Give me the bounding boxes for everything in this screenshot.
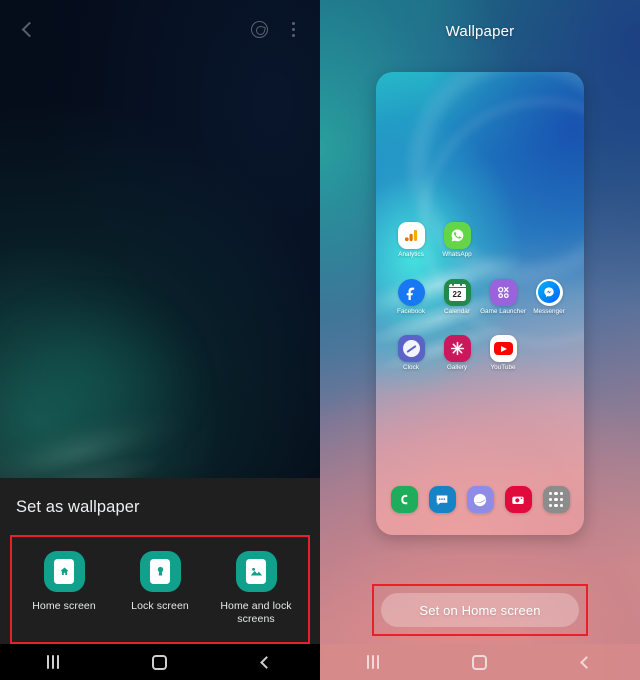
more-options-button[interactable]	[276, 12, 310, 46]
app-label: Messenger	[533, 307, 565, 315]
option-home-screen[interactable]: Home screen	[18, 551, 110, 613]
messages-icon[interactable]	[428, 486, 456, 513]
apps-drawer-icon[interactable]	[542, 486, 570, 513]
app-analytics[interactable]: Analytics	[388, 222, 434, 259]
facebook-icon	[397, 278, 425, 306]
home-button[interactable]	[450, 644, 510, 680]
phone-icon[interactable]	[390, 486, 418, 513]
gallery-icon	[443, 335, 471, 363]
calendar-icon: 22	[443, 278, 471, 306]
back-nav-button[interactable]	[557, 644, 617, 680]
back-button[interactable]	[10, 12, 44, 46]
wallpaper-target-options: Home screen Lock screen Home and lock sc…	[10, 535, 310, 644]
app-game-launcher[interactable]: Game Launcher	[480, 278, 526, 316]
app-label: YouTube	[490, 364, 516, 372]
app-row: Clock Gallery YouTube	[388, 335, 572, 372]
app-whatsapp[interactable]: WhatsApp	[434, 222, 480, 259]
option-label: Lock screen	[131, 600, 189, 612]
option-label: Home and lock screens	[220, 600, 292, 625]
option-label: Home screen	[32, 600, 96, 612]
app-calendar[interactable]: 22 Calendar	[434, 278, 480, 316]
app-label: Gallery	[446, 364, 468, 372]
home-icon	[152, 654, 168, 670]
app-row: Facebook 22 Calendar Game Launcher Messe…	[388, 278, 572, 316]
app-messenger[interactable]: Messenger	[526, 278, 572, 316]
youtube-icon	[489, 335, 517, 363]
home-button[interactable]	[130, 644, 190, 680]
messenger-icon	[535, 278, 563, 306]
app-label: Clock	[403, 364, 419, 372]
more-options-icon	[291, 21, 295, 37]
option-home-and-lock-screens[interactable]: Home and lock screens	[210, 551, 302, 626]
right-navigation-bar	[320, 644, 640, 680]
left-top-bar	[0, 0, 320, 58]
chevron-left-icon	[21, 21, 37, 37]
app-label: Analytics	[398, 251, 424, 258]
option-lock-screen[interactable]: Lock screen	[114, 551, 206, 613]
color-palette-button[interactable]	[242, 12, 276, 46]
back-icon	[260, 655, 274, 669]
left-navigation-bar	[0, 644, 320, 680]
app-youtube[interactable]: YouTube	[480, 335, 526, 372]
internet-icon[interactable]	[466, 486, 494, 513]
home-and-lock-screens-icon	[235, 551, 277, 592]
set-button-highlight: Set on Home screen	[372, 584, 588, 636]
clock-icon	[397, 335, 425, 363]
app-facebook[interactable]: Facebook	[388, 278, 434, 316]
whatsapp-icon	[443, 222, 471, 249]
home-screen-preview[interactable]: Analytics WhatsApp Facebook 22 Calendar …	[376, 72, 584, 535]
recents-button[interactable]	[23, 644, 83, 680]
preview-app-grid: Analytics WhatsApp Facebook 22 Calendar …	[376, 222, 584, 372]
color-palette-icon	[250, 20, 268, 38]
camera-icon[interactable]	[504, 486, 532, 513]
page-title: Wallpaper	[445, 22, 515, 40]
home-screen-icon	[43, 551, 85, 592]
back-icon	[580, 655, 594, 669]
app-label: Facebook	[396, 307, 426, 315]
app-label: Game Launcher	[480, 307, 526, 315]
app-label: WhatsApp	[442, 251, 472, 258]
recents-icon	[47, 655, 60, 669]
sheet-title: Set as wallpaper	[16, 498, 140, 516]
app-label: Calendar	[444, 307, 470, 315]
app-clock[interactable]: Clock	[388, 335, 434, 372]
recents-icon	[367, 655, 380, 669]
set-on-home-screen-button[interactable]: Set on Home screen	[381, 593, 579, 627]
google-analytics-icon	[397, 222, 425, 249]
calendar-day-number: 22	[452, 289, 462, 299]
lock-screen-icon	[139, 551, 181, 592]
left-screenshot-panel: Set as wallpaper Home screen Lock screen…	[0, 0, 320, 680]
right-screenshot-panel: Wallpaper Analytics WhatsApp Facebook 22…	[320, 0, 640, 680]
set-as-wallpaper-sheet: Set as wallpaper Home screen Lock screen…	[0, 478, 320, 644]
home-icon	[472, 654, 488, 670]
game-launcher-icon	[489, 278, 517, 306]
back-nav-button[interactable]	[237, 644, 297, 680]
preview-dock	[376, 486, 584, 513]
app-gallery[interactable]: Gallery	[434, 335, 480, 372]
recents-button[interactable]	[343, 644, 403, 680]
app-row: Analytics WhatsApp	[388, 222, 572, 259]
